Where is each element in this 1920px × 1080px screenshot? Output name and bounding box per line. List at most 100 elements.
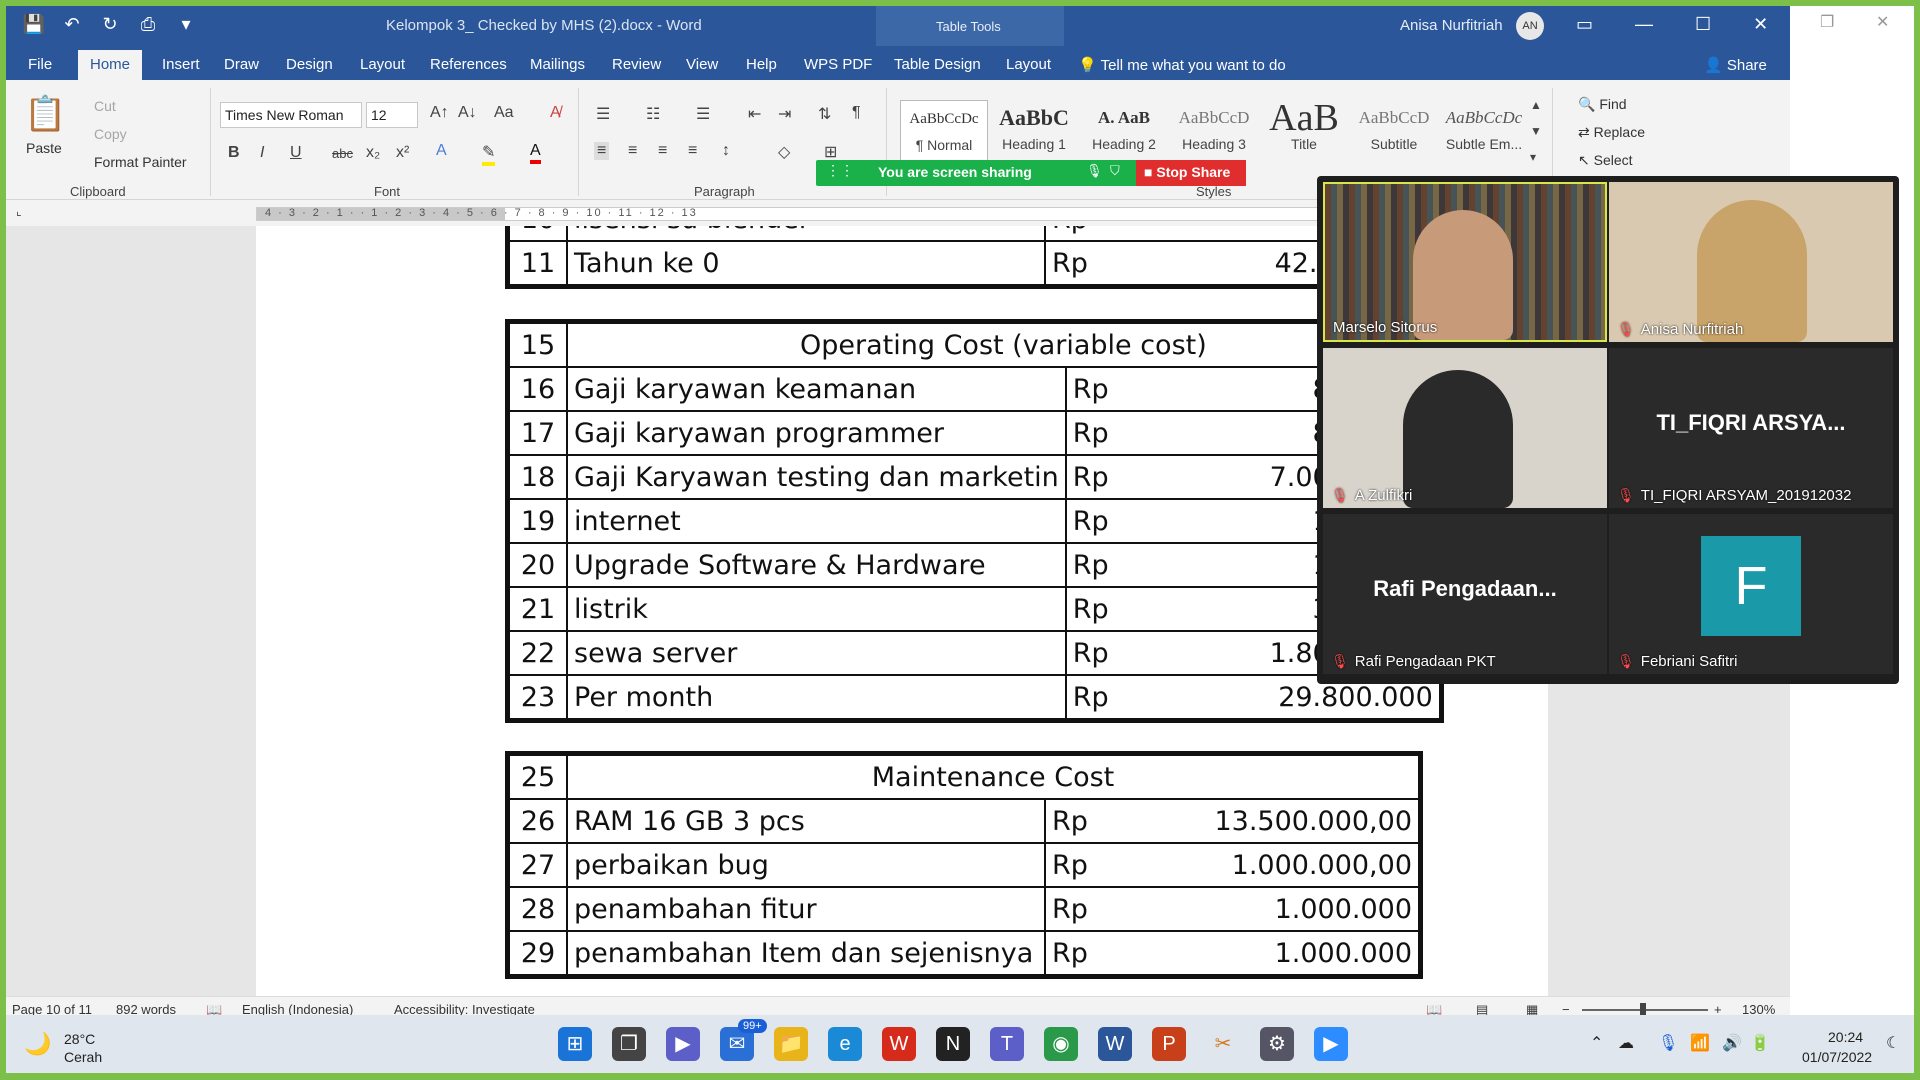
style-title[interactable]: AaB Title — [1260, 99, 1348, 164]
table-header-row[interactable]: 25 Maintenance Cost — [508, 754, 1420, 800]
copy-button[interactable]: Copy — [94, 126, 127, 142]
tell-me-search[interactable]: 💡 Tell me what you want to do — [1078, 56, 1286, 74]
participant-tile[interactable]: 🎙 Anisa Nurfitriah — [1609, 182, 1893, 342]
table-row[interactable]: 27 perbaikan bug Rp 1.000.000,00 — [508, 842, 1420, 888]
shield-icon[interactable]: ⛉ — [1110, 163, 1120, 179]
tab-help[interactable]: Help — [746, 56, 777, 73]
wps-office-icon[interactable]: W — [882, 1027, 916, 1061]
tab-mailings[interactable]: Mailings — [530, 56, 585, 73]
table-header-row[interactable]: 15 Operating Cost (variable cost) — [508, 322, 1441, 368]
participant-tile[interactable]: 🎙 A Zulfikri — [1323, 348, 1607, 508]
participant-tile[interactable]: TI_FIQRI ARSYA... 🎙 TI_FIQRI ARSYAM_20191… — [1609, 348, 1893, 508]
shading-icon[interactable]: ◇ — [778, 142, 790, 162]
maximize-icon[interactable]: ☐ — [1695, 14, 1711, 35]
align-right-icon[interactable]: ≡ — [658, 142, 667, 160]
chevron-up-icon[interactable]: ⌃ — [1590, 1033, 1603, 1053]
table-row[interactable]: 17 Gaji karyawan programmer Rp 8.000.00 — [508, 410, 1441, 456]
tab-draw[interactable]: Draw — [224, 56, 259, 73]
style-heading-1[interactable]: AaBbC Heading 1 — [990, 100, 1078, 164]
table-row[interactable]: 22 sewa server Rp 1.800.000,0 — [508, 630, 1441, 676]
tab-wps-pdf[interactable]: WPS PDF — [804, 56, 872, 73]
styles-more-icon[interactable]: ▾ — [1530, 150, 1536, 164]
microphone-icon[interactable]: 🎙 — [1658, 1033, 1678, 1053]
table-row[interactable]: 18 Gaji Karyawan testing dan marketin Rp… — [508, 454, 1441, 500]
avatar[interactable]: AN — [1516, 12, 1544, 40]
replace-button[interactable]: ⇄ Replace — [1578, 124, 1645, 141]
clock-date[interactable]: 01/07/2022 — [1802, 1049, 1872, 1065]
change-case-icon[interactable]: Aa — [494, 104, 514, 122]
table-row[interactable]: 26 RAM 16 GB 3 pcs Rp 13.500.000,00 — [508, 798, 1420, 844]
redo-icon[interactable]: ↻ — [98, 14, 122, 35]
edge-icon[interactable]: e — [828, 1027, 862, 1061]
styles-scroll-down-icon[interactable]: ▼ — [1530, 124, 1542, 138]
cut-button[interactable]: Cut — [94, 98, 116, 114]
tab-file[interactable]: File — [28, 56, 52, 73]
battery-icon[interactable]: 🔋 — [1750, 1033, 1770, 1053]
participant-tile[interactable]: Marselo Sitorus — [1323, 182, 1607, 342]
style-heading-3[interactable]: AaBbCcD Heading 3 — [1170, 100, 1258, 164]
italic-icon[interactable]: I — [260, 144, 264, 162]
font-size-select[interactable]: 12 — [366, 102, 418, 128]
underline-icon[interactable]: U — [290, 144, 302, 162]
format-painter-button[interactable]: Format Painter — [94, 154, 187, 170]
align-left-icon[interactable]: ≡ — [594, 142, 610, 160]
superscript-icon[interactable]: x² — [396, 144, 409, 162]
strikethrough-icon[interactable]: abc — [332, 146, 353, 161]
table-row[interactable]: 29 penambahan Item dan sejenisnya Rp 1.0… — [508, 930, 1420, 976]
doc-table-1[interactable]: 10 lisensi su blender Rp 100.00 11 Tahun… — [505, 226, 1423, 289]
subscript-icon[interactable]: x₂ — [366, 144, 380, 162]
restore-icon[interactable]: ❐ — [1820, 12, 1834, 32]
customize-qat-icon[interactable]: ▾ — [174, 14, 198, 35]
notifications-icon[interactable]: ☾ — [1886, 1033, 1900, 1053]
participant-tile[interactable]: F 🎙 Febriani Safitri — [1609, 514, 1893, 674]
increase-indent-icon[interactable]: ⇥ — [778, 104, 791, 124]
paste-icon[interactable]: 📋 — [24, 94, 66, 134]
close-icon[interactable]: ✕ — [1753, 14, 1768, 35]
tab-review[interactable]: Review — [612, 56, 661, 73]
borders-icon[interactable]: ⊞ — [824, 142, 837, 162]
find-button[interactable]: 🔍 Find — [1578, 96, 1627, 113]
zoom-app-icon[interactable]: ▶ — [1314, 1027, 1348, 1061]
ruler-bar[interactable]: 4 · 3 · 2 · 1 · · 1 · 2 · 3 · 4 · 5 · 6 … — [256, 207, 1324, 221]
close-icon[interactable]: ✕ — [1876, 12, 1889, 32]
account-name[interactable]: Anisa Nurfitriah — [1400, 17, 1503, 34]
weather-moon-icon[interactable]: 🌙 — [24, 1031, 51, 1057]
style-subtitle[interactable]: AaBbCcD Subtitle — [1350, 100, 1438, 164]
bullets-icon[interactable]: ☰ — [596, 104, 610, 124]
sort-icon[interactable]: ⇅ — [818, 104, 831, 124]
wifi-icon[interactable]: 📶 — [1690, 1033, 1710, 1053]
tab-selector-icon[interactable]: ⌞ — [16, 204, 22, 218]
video-gallery-panel[interactable]: Marselo Sitorus 🎙 Anisa Nurfitriah 🎙 A Zul… — [1317, 176, 1899, 684]
powerpoint-icon[interactable]: P — [1152, 1027, 1186, 1061]
text-effects-icon[interactable]: A — [436, 142, 447, 160]
ribbon-display-icon[interactable]: ▭ — [1576, 14, 1593, 35]
file-explorer-icon[interactable]: 📁 — [774, 1027, 808, 1061]
table-row[interactable]: 21 listrik Rp 3.000.00 — [508, 586, 1441, 632]
undo-icon[interactable]: ↶ — [60, 14, 84, 35]
volume-icon[interactable]: 🔊 — [1722, 1033, 1742, 1053]
table-row[interactable]: 20 Upgrade Software & Hardware Rp 1.000.… — [508, 542, 1441, 588]
chat-icon[interactable]: ▶ — [666, 1027, 700, 1061]
style-normal[interactable]: AaBbCcDc ¶ Normal — [900, 100, 988, 164]
shrink-font-icon[interactable]: A↓ — [458, 104, 477, 122]
clear-format-icon[interactable]: A̸ — [550, 104, 561, 122]
numbering-icon[interactable]: ☷ — [646, 104, 660, 124]
table-row[interactable]: 11 Tahun ke 0 Rp 42.505.70 — [508, 240, 1420, 286]
stop-share-button[interactable]: ■ Stop Share — [1136, 160, 1246, 186]
font-family-select[interactable]: Times New Roman — [220, 102, 362, 128]
tab-table-design[interactable]: Table Design — [894, 56, 981, 73]
tab-insert[interactable]: Insert — [162, 56, 200, 73]
chrome-icon[interactable]: ◉ — [1044, 1027, 1078, 1061]
multilevel-list-icon[interactable]: ☰ — [696, 104, 710, 124]
tab-view[interactable]: View — [686, 56, 718, 73]
select-button[interactable]: ↖ Select — [1578, 152, 1633, 169]
align-center-icon[interactable]: ≡ — [628, 142, 637, 160]
weather-temperature[interactable]: 28°C — [64, 1031, 95, 1047]
table-row[interactable]: 19 internet Rp 1.000.00 — [508, 498, 1441, 544]
tab-references[interactable]: References — [430, 56, 507, 73]
doc-table-operating-cost[interactable]: 15 Operating Cost (variable cost) 16 Gaj… — [505, 319, 1444, 723]
styles-scroll-up-icon[interactable]: ▲ — [1530, 98, 1542, 112]
table-row[interactable]: 23 Per month Rp 29.800.000 — [508, 674, 1441, 720]
grow-font-icon[interactable]: A↑ — [430, 104, 449, 122]
task-view-icon[interactable]: ❐ — [612, 1027, 646, 1061]
